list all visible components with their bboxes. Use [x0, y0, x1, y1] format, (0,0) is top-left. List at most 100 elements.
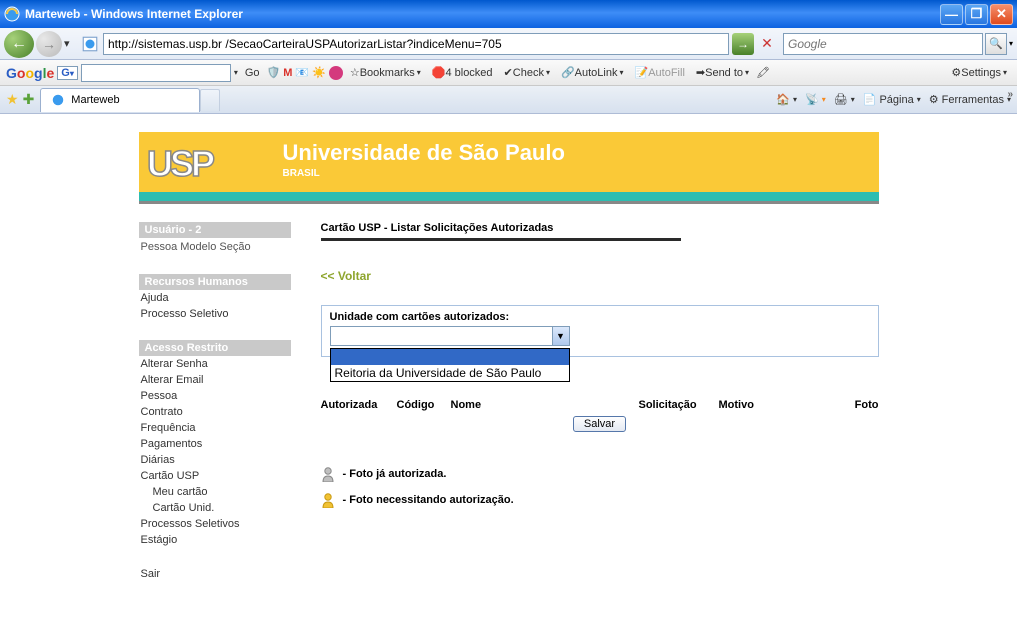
search-dropdown[interactable]: ▾: [1009, 39, 1013, 48]
tab-page-icon: [51, 93, 65, 107]
sendto-label: Send to: [705, 67, 743, 79]
go-icon: 🛡️: [267, 66, 281, 79]
check-button[interactable]: ✔ Check▾: [500, 65, 554, 80]
new-tab-button[interactable]: [200, 89, 220, 111]
person-gray-icon: [321, 466, 335, 482]
nav-stop-button[interactable]: ✕: [757, 34, 777, 54]
tab-command-bar: ★ ✚ Marteweb 🏠▾ 📡▾ 🖨▾ 📄 Página ▾ ⚙ Ferra…: [0, 86, 1017, 114]
col-codigo: Código: [397, 399, 451, 411]
nav-history-dropdown[interactable]: ▾: [64, 37, 77, 50]
autolink-button[interactable]: 🔗 AutoLink▾: [557, 65, 628, 80]
tools-menu-label: Ferramentas: [942, 94, 1004, 106]
check-label: Check: [513, 67, 544, 79]
bookmarks-button[interactable]: ☆ Bookmarks▾: [346, 65, 425, 80]
page-menu-button[interactable]: 📄 Página ▾: [863, 93, 921, 106]
google-logo: Google: [6, 65, 54, 81]
save-button[interactable]: Salvar: [573, 416, 626, 432]
col-foto: Foto: [839, 399, 879, 411]
popup-blocked-button[interactable]: 🛑 4 blocked: [428, 65, 497, 80]
sidebar-link-processos-seletivos[interactable]: Processos Seletivos: [139, 516, 291, 532]
page-viewport: USP Universidade de São Paulo BRASIL Usu…: [0, 114, 1017, 630]
legend-pending-text: - Foto necessitando autorização.: [343, 494, 514, 506]
nav-back-button[interactable]: ←: [4, 30, 34, 58]
autofill-label: AutoFill: [648, 67, 685, 79]
address-go-button[interactable]: →: [732, 33, 754, 55]
sidebar-header-rh: Recursos Humanos: [139, 274, 291, 290]
university-title: Universidade de São Paulo: [283, 140, 867, 166]
page-icon: [81, 35, 99, 53]
col-motivo: Motivo: [719, 399, 839, 411]
add-favorite-icon[interactable]: ✚: [23, 91, 35, 108]
person-yellow-icon: [321, 492, 335, 508]
sidebar-link-processo-seletivo[interactable]: Processo Seletivo: [139, 306, 291, 322]
favorite-star-icon[interactable]: ★: [6, 91, 19, 108]
search-input[interactable]: [783, 33, 983, 55]
env-icon[interactable]: 📧: [295, 66, 309, 79]
sidebar-link-contrato[interactable]: Contrato: [139, 404, 291, 420]
combobox-toggle-button[interactable]: ▼: [552, 327, 569, 345]
sidebar-link-diarias[interactable]: Diárias: [139, 452, 291, 468]
sidebar-user-name: Pessoa Modelo Seção: [139, 238, 291, 256]
window-title-bar: Marteweb - Windows Internet Explorer — ❐…: [0, 0, 1017, 28]
sidebar-link-ajuda[interactable]: Ajuda: [139, 290, 291, 306]
home-button[interactable]: 🏠▾: [776, 93, 797, 106]
search-button[interactable]: 🔍: [985, 33, 1007, 55]
combobox-listbox[interactable]: Reitoria da Universidade de São Paulo: [330, 348, 570, 382]
col-autorizada: Autorizada: [321, 399, 397, 411]
window-title: Marteweb - Windows Internet Explorer: [25, 7, 938, 21]
orkut-icon[interactable]: [329, 66, 343, 80]
window-close-button[interactable]: ✕: [990, 4, 1013, 25]
breadcrumb: Cartão USP - Listar Solicitações Autoriz…: [321, 222, 879, 238]
browser-tab-active[interactable]: Marteweb: [40, 88, 200, 112]
sidebar-link-alterar-senha[interactable]: Alterar Senha: [139, 356, 291, 372]
sidebar-link-pagamentos[interactable]: Pagamentos: [139, 436, 291, 452]
sun-icon[interactable]: ☀️: [312, 66, 326, 79]
unit-combobox[interactable]: ▼: [330, 326, 570, 346]
browser-nav-bar: ← → ▾ → ✕ 🔍 ▾: [0, 28, 1017, 60]
legend: - Foto já autorizada. - Foto necessitand…: [321, 466, 879, 508]
print-button[interactable]: 🖨▾: [834, 93, 855, 106]
highlight-icon[interactable]: 🖍: [756, 66, 770, 79]
site-banner: USP Universidade de São Paulo BRASIL: [139, 132, 879, 192]
sidebar-link-alterar-email[interactable]: Alterar Email: [139, 372, 291, 388]
google-search-input[interactable]: [81, 64, 231, 82]
sidebar-link-meu-cartao[interactable]: Meu cartão: [139, 484, 291, 500]
ie-icon: [4, 6, 20, 22]
unit-select-box: Unidade com cartões autorizados: ▼ Reito…: [321, 305, 879, 357]
google-go-button[interactable]: Go: [241, 66, 264, 80]
main-content: Cartão USP - Listar Solicitações Autoriz…: [321, 222, 879, 582]
sidebar-link-pessoa[interactable]: Pessoa: [139, 388, 291, 404]
sidebar-header-acesso: Acesso Restrito: [139, 340, 291, 356]
google-g-icon[interactable]: G▾: [57, 66, 78, 80]
unit-select-label: Unidade com cartões autorizados:: [330, 311, 870, 323]
sendto-button[interactable]: ➡ Send to▾: [692, 65, 753, 80]
usp-logo: USP: [139, 132, 271, 192]
feeds-button[interactable]: 📡▾: [805, 93, 826, 106]
combobox-option-reitoria[interactable]: Reitoria da Universidade de São Paulo: [331, 365, 569, 381]
gmail-icon[interactable]: M: [283, 67, 292, 79]
breadcrumb-divider: [321, 238, 681, 241]
sidebar-link-cartao-unid[interactable]: Cartão Unid.: [139, 500, 291, 516]
sidebar-link-cartao-usp[interactable]: Cartão USP: [139, 468, 291, 484]
page-menu-label: Página: [879, 94, 913, 106]
bookmarks-label: Bookmarks: [360, 67, 415, 79]
combobox-option-blank[interactable]: [331, 349, 569, 365]
sidebar: Usuário - 2 Pessoa Modelo Seção Recursos…: [139, 222, 291, 582]
overflow-chevron[interactable]: »: [1007, 89, 1013, 100]
svg-text:USP: USP: [147, 143, 214, 184]
table-header-row: Autorizada Código Nome Solicitação Motiv…: [321, 399, 879, 411]
autolink-label: AutoLink: [575, 67, 618, 79]
settings-label: Settings: [961, 67, 1001, 79]
back-link[interactable]: << Voltar: [321, 269, 371, 283]
sidebar-link-estagio[interactable]: Estágio: [139, 532, 291, 548]
google-search-dropdown[interactable]: ▾: [234, 68, 238, 77]
autofill-button[interactable]: 📝 AutoFill: [631, 65, 689, 80]
tools-menu-button[interactable]: ⚙ Ferramentas ▾: [929, 93, 1011, 106]
tab-title: Marteweb: [71, 94, 119, 106]
address-input[interactable]: [103, 33, 729, 55]
sidebar-link-sair[interactable]: Sair: [139, 566, 291, 582]
sidebar-link-frequencia[interactable]: Frequência: [139, 420, 291, 436]
window-minimize-button[interactable]: —: [940, 4, 963, 25]
window-maximize-button[interactable]: ❐: [965, 4, 988, 25]
settings-button[interactable]: ⚙ Settings▾: [947, 65, 1011, 80]
